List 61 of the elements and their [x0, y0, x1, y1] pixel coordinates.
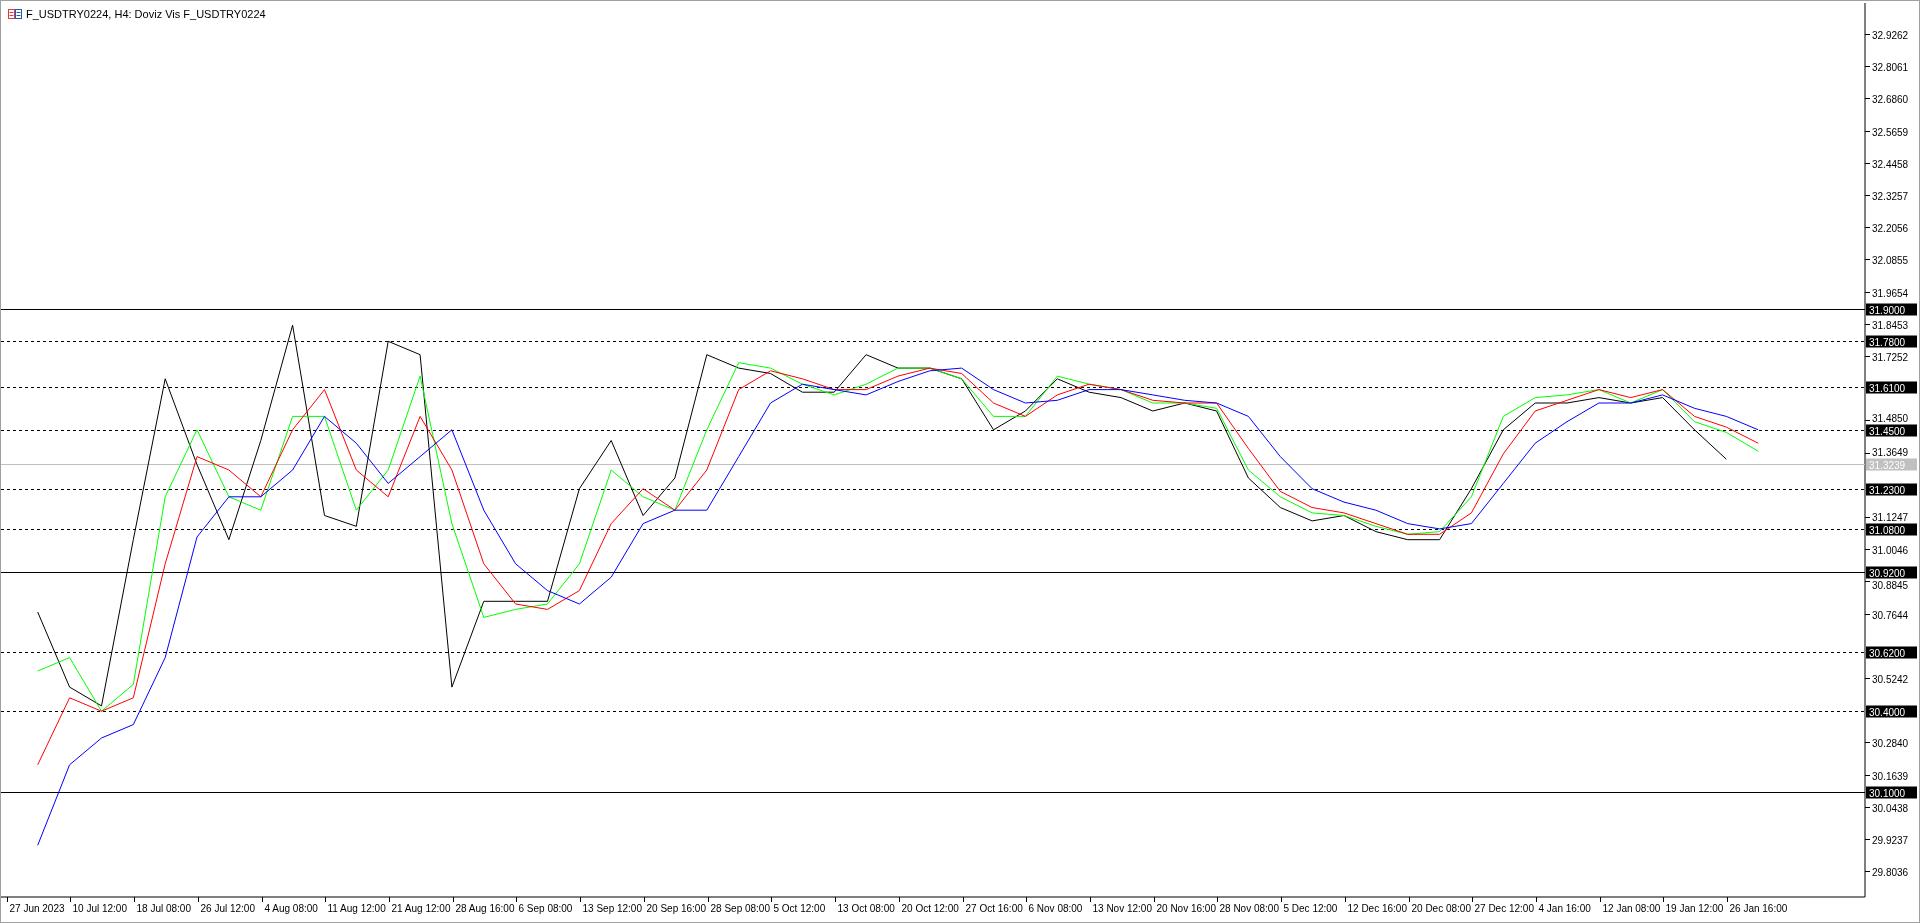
time-axis-label: 27 Dec 12:00: [1474, 903, 1534, 914]
horizontal-level-line[interactable]: [0, 711, 1866, 712]
time-axis-label: 13 Oct 08:00: [837, 903, 895, 914]
time-axis-label: 26 Jul 12:00: [200, 903, 255, 914]
horizontal-level-line[interactable]: [0, 652, 1866, 653]
price-axis-label: 32.4458: [1872, 158, 1909, 170]
time-axis-label: 12 Jan 08:00: [1602, 903, 1661, 914]
time-axis-label: 20 Dec 08:00: [1411, 903, 1471, 914]
price-axis-label: 30.7644: [1872, 609, 1909, 621]
time-axis-label: 13 Sep 12:00: [582, 903, 642, 914]
time-axis-label: 18 Jul 08:00: [136, 903, 191, 914]
time-axis-label: 12 Dec 16:00: [1347, 903, 1407, 914]
price-axis-label: 30.5242: [1872, 673, 1909, 685]
price-axis-label: 30.2840: [1872, 737, 1909, 749]
time-axis-label: 19 Jan 12:00: [1665, 903, 1724, 914]
time-axis-label: 26 Jan 16:00: [1729, 903, 1788, 914]
time-axis-label: 28 Nov 08:00: [1219, 903, 1279, 914]
price-axis-label: 31.4850: [1872, 413, 1909, 424]
time-axis-label: 11 Aug 12:00: [327, 903, 386, 914]
time-axis-label: 4 Aug 08:00: [264, 903, 318, 914]
price-axis-label: 32.6860: [1872, 93, 1909, 105]
time-axis-label: 5 Dec 12:00: [1283, 903, 1338, 914]
chart-window-icon: [8, 9, 22, 19]
time-axis-label: 10 Jul 12:00: [72, 903, 127, 914]
price-axis-label: 30.0438: [1872, 802, 1909, 814]
price-axis-label: 31.1247: [1872, 512, 1909, 523]
price-axis-label: 32.0855: [1872, 254, 1909, 266]
time-axis-label: 20 Sep 16:00: [646, 903, 706, 914]
price-axis-label: 29.9237: [1872, 834, 1909, 846]
price-axis-label: 32.3257: [1872, 190, 1909, 202]
time-axis-label: 21 Aug 12:00: [391, 903, 451, 914]
horizontal-level-line[interactable]: [0, 489, 1866, 490]
time-axis-label: 27 Jun 2023: [9, 903, 65, 914]
time-axis-label: 5 Oct 12:00: [773, 903, 826, 914]
price-axis-label: 32.9262: [1872, 29, 1909, 41]
price-axis-label: 31.7252: [1872, 351, 1909, 363]
price-axis-label: 31.3649: [1872, 447, 1909, 458]
price-axis-label: 30.1639: [1872, 770, 1909, 782]
time-axis-label: 6 Sep 08:00: [518, 903, 573, 914]
price-axis-label: 29.8036: [1872, 866, 1909, 878]
price-axis-label: 32.2056: [1872, 222, 1909, 234]
horizontal-level-line[interactable]: [0, 430, 1866, 431]
time-axis-label: 28 Aug 16:00: [455, 903, 515, 914]
time-axis-label: 20 Oct 12:00: [901, 903, 959, 914]
time-axis-label: 20 Nov 16:00: [1156, 903, 1216, 914]
time-axis-label: 4 Jan 16:00: [1538, 903, 1591, 914]
time-axis-label: 28 Sep 08:00: [710, 903, 770, 914]
price-axis-label: 31.0046: [1872, 544, 1909, 556]
price-axis-label: 32.5659: [1872, 126, 1909, 138]
ref-line-label: 31.3239: [1869, 459, 1906, 471]
time-axis-label: 27 Oct 16:00: [965, 903, 1023, 914]
time-axis-label: 6 Nov 08:00: [1028, 903, 1083, 914]
horizontal-level-line[interactable]: [0, 529, 1866, 530]
horizontal-level-line[interactable]: [0, 387, 1866, 388]
price-axis-label: 30.8845: [1872, 580, 1909, 591]
window-title: F_USDTRY0224, H4: Doviz Vis F_USDTRY0224: [26, 7, 266, 21]
time-axis-label: 13 Nov 12:00: [1092, 903, 1152, 914]
price-axis-label: 31.9654: [1872, 287, 1909, 299]
horizontal-level-line[interactable]: [0, 341, 1866, 342]
price-axis-label: 31.8453: [1872, 319, 1909, 331]
price-axis-label: 32.8061: [1872, 61, 1909, 73]
